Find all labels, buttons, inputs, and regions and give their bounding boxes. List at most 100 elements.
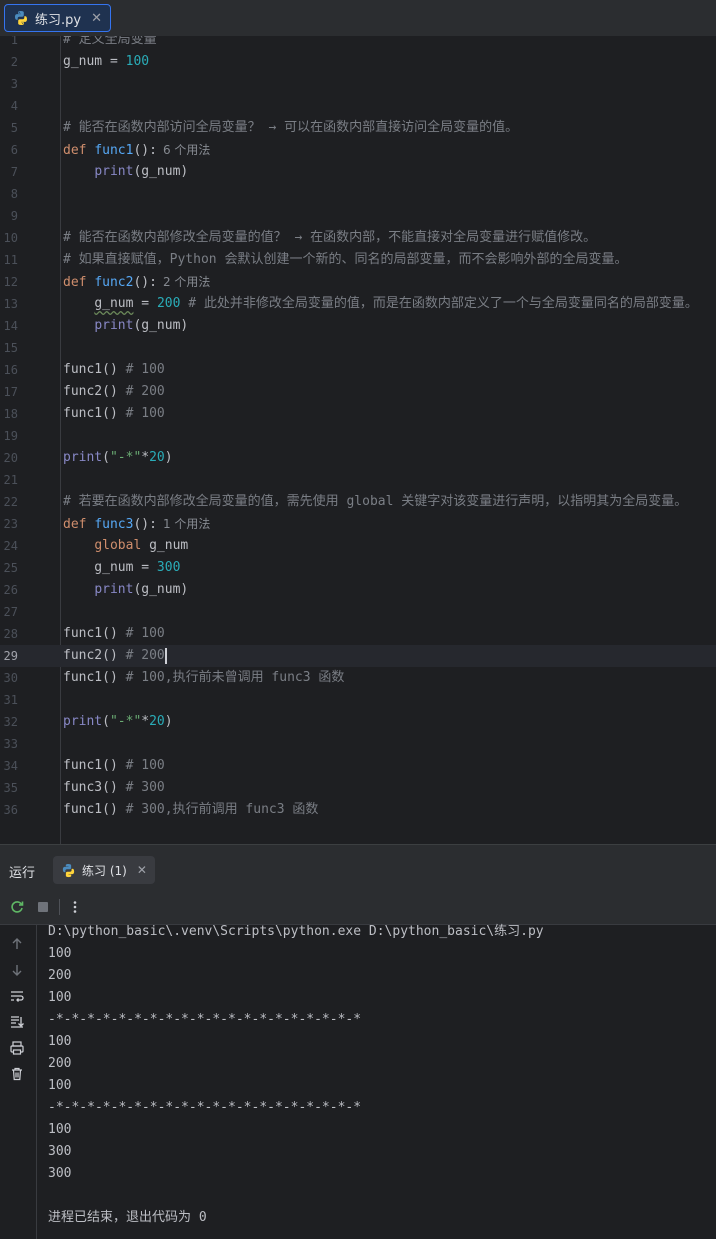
line-number: 22 [3, 495, 18, 509]
code-line[interactable]: 20 print("-*"*20) [0, 447, 716, 469]
code-line[interactable]: 35 func3() # 300 [0, 777, 716, 799]
code-line[interactable]: 23 def func3(): 1 个用法 [0, 513, 716, 535]
console-line: -*-*-*-*-*-*-*-*-*-*-*-*-*-*-*-*-*-*-*-* [48, 1012, 362, 1027]
editor-tab-label: 练习.py [35, 12, 82, 28]
code-text: # 能否在函数内部访问全局变量？ → 可以在函数内部直接访问全局变量的值。 [63, 120, 519, 135]
code-line[interactable]: 10 # 能否在函数内部修改全局变量的值？ → 在函数内部，不能直接对全局变量进行… [0, 227, 716, 249]
editor-tab-lianxi[interactable]: 练习.py ✕ [4, 4, 111, 32]
run-console[interactable]: D:\python_basic\.venv\Scripts\python.exe… [0, 924, 716, 1239]
line-number: 30 [3, 671, 18, 685]
code-line[interactable]: 34 func1() # 100 [0, 755, 716, 777]
run-panel-title: 运行 [9, 866, 36, 881]
console-line: 200 [48, 1056, 72, 1071]
code-text: g_num = 200 # 此处并非修改全局变量的值，而是在函数内部定义了一个与… [94, 296, 698, 311]
code-line[interactable]: 5 # 能否在函数内部访问全局变量？ → 可以在函数内部直接访问全局变量的值。 [0, 117, 716, 139]
line-number: 8 [10, 187, 18, 201]
code-text: g_num = 100 [63, 54, 150, 69]
code-line[interactable]: 17 func2() # 200 [0, 381, 716, 403]
code-text: func1() # 100 [63, 362, 165, 377]
soft-wrap-icon[interactable] [8, 987, 26, 1005]
code-line[interactable]: 26 print(g_num) [0, 579, 716, 601]
code-line[interactable]: 19 [0, 425, 716, 447]
line-number: 27 [3, 605, 18, 619]
code-line[interactable]: 36 func1() # 300,执行前调用 func3 函数 [0, 799, 716, 821]
close-icon[interactable]: ✕ [91, 11, 102, 26]
line-number: 33 [3, 737, 18, 751]
code-text: func3() # 300 [63, 780, 165, 795]
more-options-icon[interactable] [66, 898, 84, 916]
code-line[interactable]: 13 g_num = 200 # 此处并非修改全局变量的值，而是在函数内部定义了… [0, 293, 716, 315]
line-number: 6 [10, 143, 18, 157]
code-line[interactable]: 32 print("-*"*20) [0, 711, 716, 733]
code-text: def func1(): 6 个用法 [63, 143, 211, 158]
arrow-down-icon[interactable] [8, 961, 26, 979]
code-line[interactable]: 6 def func1(): 6 个用法 [0, 139, 716, 161]
code-line[interactable]: 22 # 若要在函数内部修改全局变量的值，需先使用 global 关键字对该变量进… [0, 491, 716, 513]
trash-icon[interactable] [8, 1065, 26, 1083]
rerun-icon[interactable] [8, 898, 26, 916]
code-text: print(g_num) [94, 318, 189, 333]
code-line[interactable]: 7 print(g_num) [0, 161, 716, 183]
code-line[interactable]: 33 [0, 733, 716, 755]
code-line[interactable]: 2 g_num = 100 [0, 51, 716, 73]
scroll-to-end-icon[interactable] [8, 1013, 26, 1031]
code-text: func2() # 200 [63, 384, 165, 399]
code-line[interactable]: 27 [0, 601, 716, 623]
code-line[interactable]: 4 [0, 95, 716, 117]
code-text: # 如果直接赋值，Python 会默认创建一个新的、同名的局部变量，而不会影响外… [63, 252, 628, 267]
line-number: 19 [3, 429, 18, 443]
code-text: # 能否在函数内部修改全局变量的值？ → 在函数内部，不能直接对全局变量进行赋值… [63, 230, 597, 245]
line-number: 12 [3, 275, 18, 289]
console-line: 300 [48, 1166, 72, 1181]
line-number: 23 [3, 517, 18, 531]
code-line[interactable]: 8 [0, 183, 716, 205]
console-side-toolbar [0, 925, 37, 1239]
code-text: # 若要在函数内部修改全局变量的值，需先使用 global 关键字对该变量进行声… [63, 494, 688, 509]
run-toolbar [0, 890, 716, 925]
code-line[interactable]: 24 global g_num [0, 535, 716, 557]
console-line: 100 [48, 946, 72, 961]
print-icon[interactable] [8, 1039, 26, 1057]
console-line: 100 [48, 990, 72, 1005]
line-number: 7 [10, 165, 18, 179]
stop-icon[interactable] [34, 898, 52, 916]
code-line[interactable]: 30 func1() # 100,执行前未曾调用 func3 函数 [0, 667, 716, 689]
line-number: 24 [3, 539, 18, 553]
line-number: 17 [3, 385, 18, 399]
python-run-icon [62, 863, 75, 877]
code-text: # 定义全局变量 [63, 36, 157, 47]
code-line[interactable]: 1 # 定义全局变量 [0, 36, 716, 51]
line-number: 32 [3, 715, 18, 729]
line-number: 1 [10, 36, 18, 47]
line-number: 2 [10, 55, 18, 69]
code-line[interactable]: 12 def func2(): 2 个用法 [0, 271, 716, 293]
code-text: func1() # 300,执行前调用 func3 函数 [63, 802, 319, 817]
code-line[interactable]: 16 func1() # 100 [0, 359, 716, 381]
code-line[interactable]: 15 [0, 337, 716, 359]
code-line[interactable]: 18 func1() # 100 [0, 403, 716, 425]
code-text: func1() # 100,执行前未曾调用 func3 函数 [63, 670, 345, 685]
code-line[interactable]: 11 # 如果直接赋值，Python 会默认创建一个新的、同名的局部变量，而不会影… [0, 249, 716, 271]
run-tab-label: 练习 (1) [82, 863, 127, 878]
arrow-up-icon[interactable] [8, 935, 26, 953]
run-config-tab[interactable]: 练习 (1) ✕ [53, 856, 155, 884]
code-line[interactable]: 28 func1() # 100 [0, 623, 716, 645]
console-line: 300 [48, 1144, 72, 1159]
run-panel-header: 运行 练习 (1) ✕ [0, 850, 716, 890]
code-line[interactable]: 29 func2() # 200 [0, 645, 716, 667]
code-line[interactable]: 21 [0, 469, 716, 491]
line-number: 10 [3, 231, 18, 245]
code-editor[interactable]: 1 # 定义全局变量 2 g_num = 100 3 4 5 # 能否在函数内部访问全局变量？… [0, 36, 716, 844]
code-line[interactable]: 14 print(g_num) [0, 315, 716, 337]
line-number: 18 [3, 407, 18, 421]
code-line[interactable]: 25 g_num = 300 [0, 557, 716, 579]
close-icon[interactable]: ✕ [137, 863, 147, 877]
code-line[interactable]: 3 [0, 73, 716, 95]
line-number: 26 [3, 583, 18, 597]
console-line: -*-*-*-*-*-*-*-*-*-*-*-*-*-*-*-*-*-*-*-* [48, 1100, 362, 1115]
code-line[interactable]: 9 [0, 205, 716, 227]
console-line: 100 [48, 1034, 72, 1049]
line-number: 31 [3, 693, 18, 707]
code-line[interactable]: 31 [0, 689, 716, 711]
code-text: print("-*"*20) [63, 714, 173, 729]
